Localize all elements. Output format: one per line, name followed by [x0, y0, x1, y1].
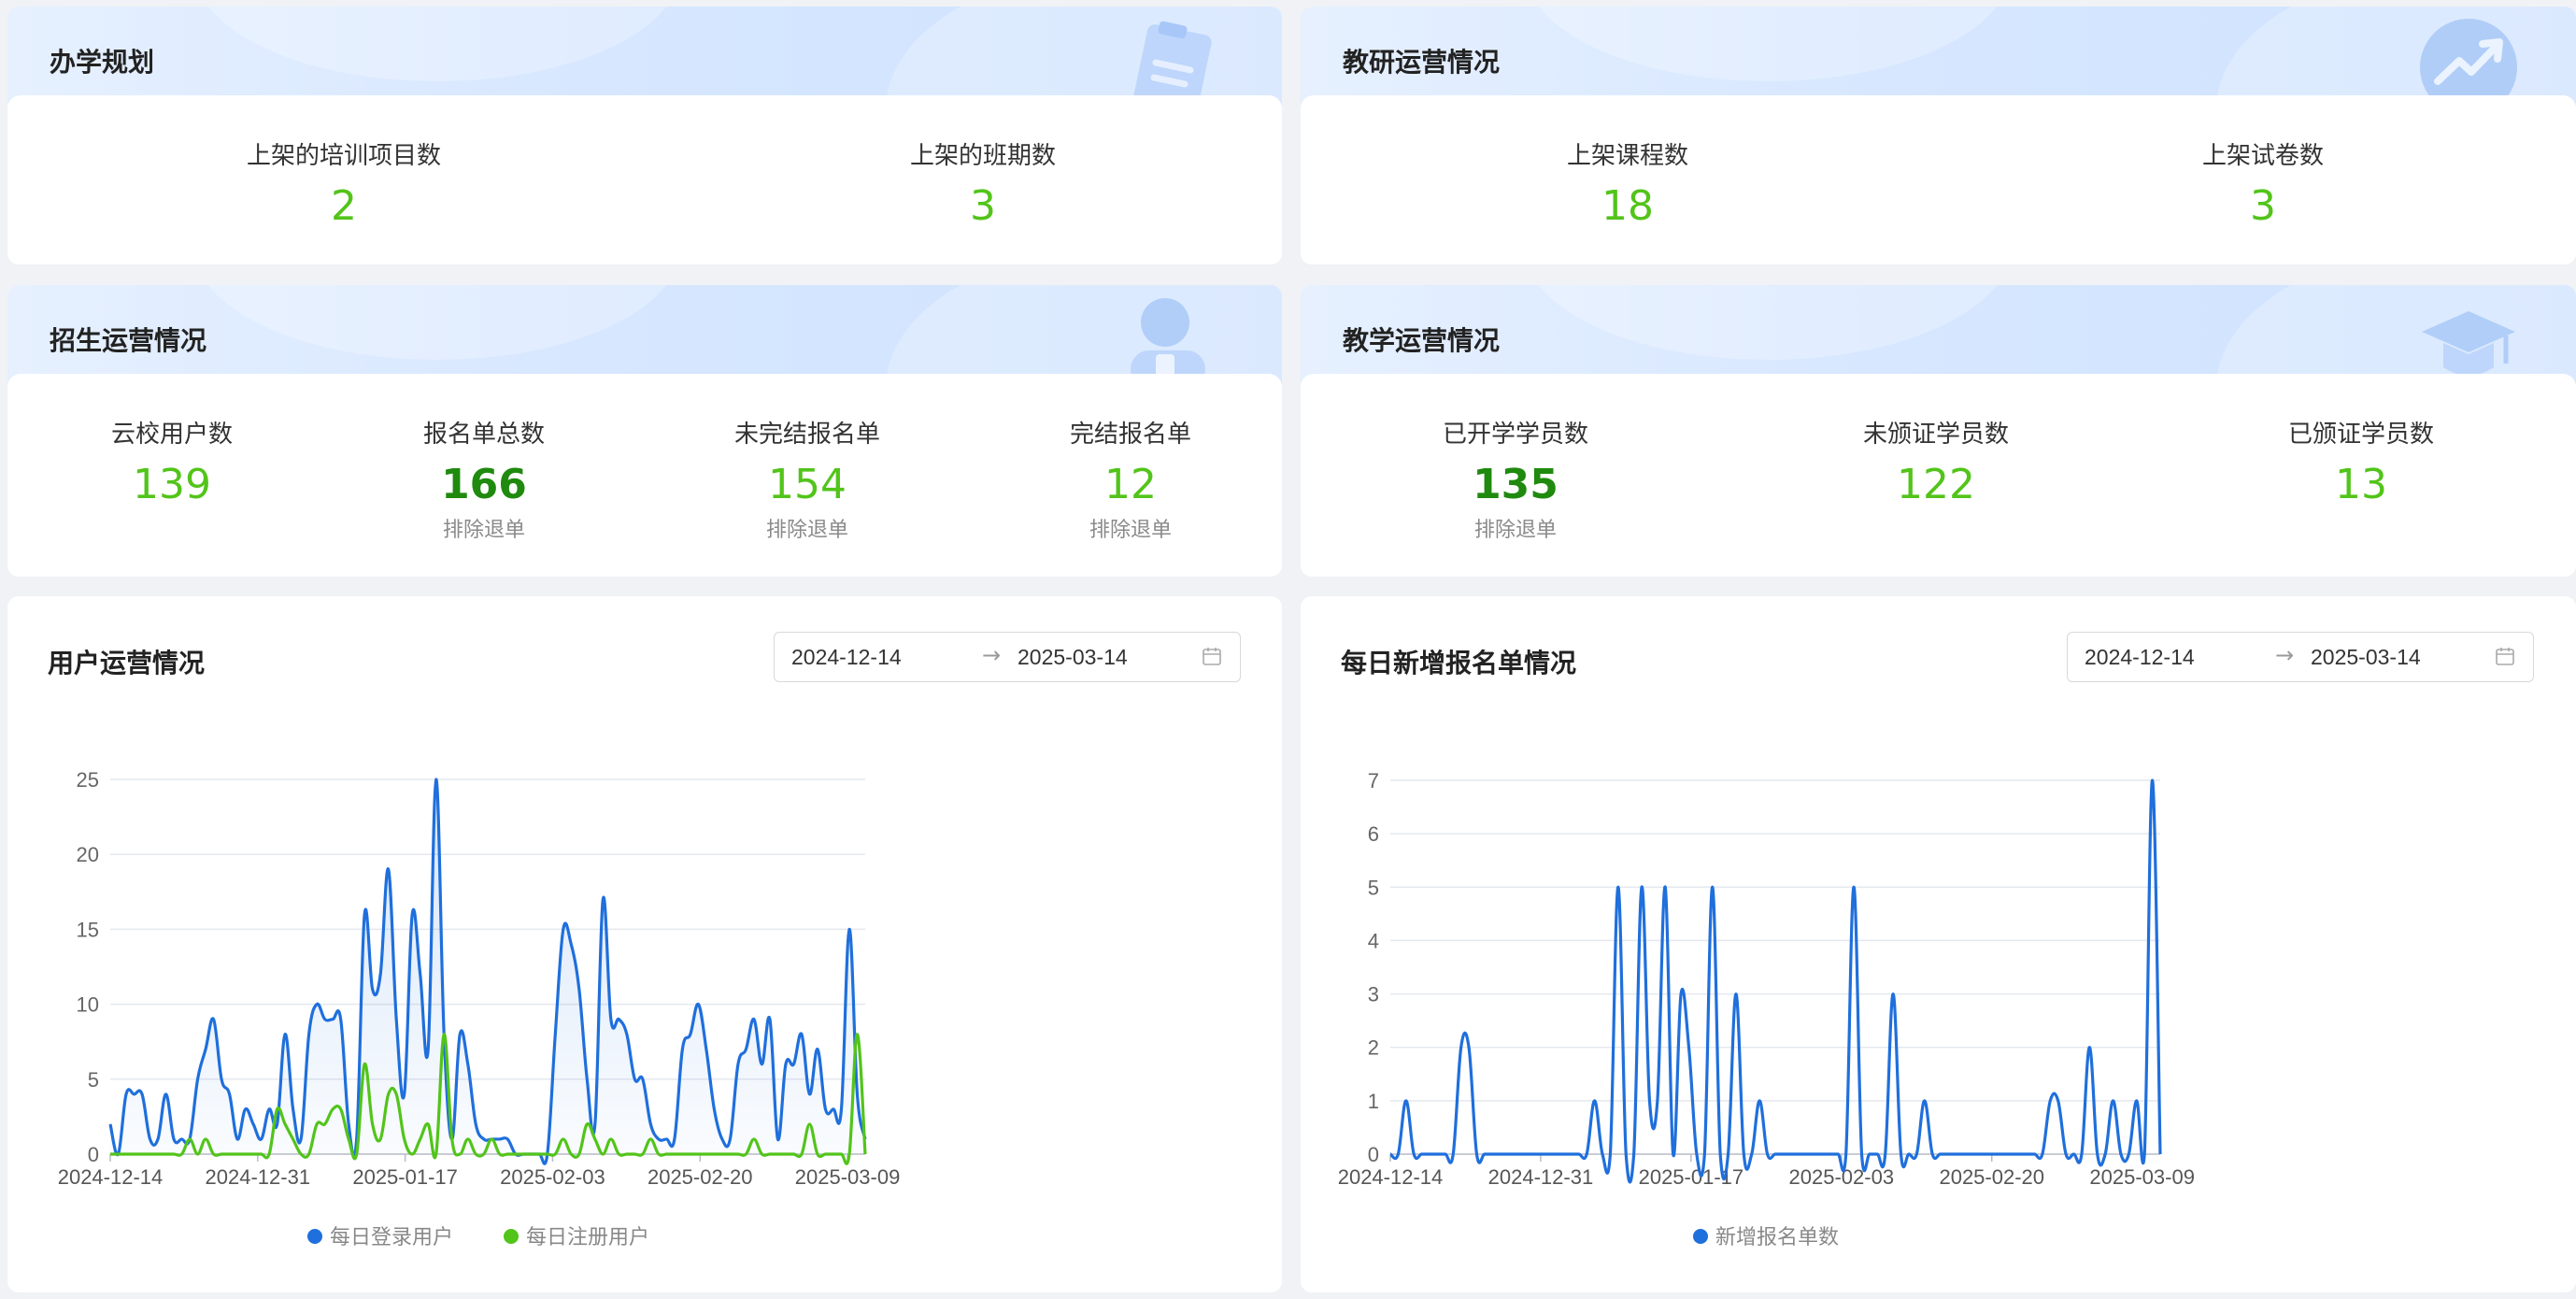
stat-class-periods: 上架的班期数 3	[852, 136, 1114, 229]
x-tick-label: 2024-12-14	[58, 1165, 164, 1189]
teaching-panel: 教学运营情况 已开学学员数 135 排除退单 未颁证学员数 122 已颁证学员数…	[1301, 285, 2576, 577]
stat-label: 未完结报名单	[733, 421, 880, 449]
stat-open-signups: 未完结报名单 154 排除退单	[676, 415, 938, 543]
planning-header: 办学规划	[7, 7, 1282, 250]
x-tick-label: 2025-02-20	[648, 1165, 753, 1189]
stat-label: 云校用户数	[110, 421, 233, 449]
signup-chart-panel: 每日新增报名单情况 2024-12-14 → 2025-03-14 012345…	[1301, 596, 2576, 1292]
stat-value: 3	[2250, 182, 2276, 230]
stat-enrolled-students: 已开学学员数 135 排除退单	[1375, 415, 1656, 543]
legend-marker	[504, 1229, 519, 1244]
research-title: 教研运营情况	[1343, 47, 1501, 78]
stat-label: 上架的培训项目数	[246, 142, 441, 170]
stat-value: 12	[1104, 461, 1157, 508]
enrollment-header: 招生运营情况	[7, 285, 1282, 528]
x-tick-label: 2025-01-17	[352, 1165, 458, 1189]
user-chart-panel: 用户运营情况 2024-12-14 → 2025-03-14 0 5 10 15 20 2…	[7, 596, 1282, 1292]
stat-label: 未颁证学员数	[1862, 421, 2009, 449]
x-tick-label: 2024-12-31	[1488, 1165, 1594, 1189]
stat-label: 上架的班期数	[909, 142, 1056, 170]
stat-total-signups: 报名单总数 166 排除退单	[353, 415, 615, 543]
enrollment-body: 云校用户数 139 报名单总数 166 排除退单 未完结报名单 154 排除退单…	[7, 374, 1282, 577]
x-tick-label: 2025-02-20	[1939, 1165, 2044, 1189]
research-header: 教研运营情况	[1301, 7, 2576, 250]
teaching-title: 教学运营情况	[1343, 325, 1501, 356]
stat-exam-papers: 上架试卷数 3	[2123, 136, 2403, 229]
user-activity-chart: 0 5 10 15 20 25 2024-12-14 2024-12-31 2025-01-17…	[58, 768, 901, 1249]
stat-value: 122	[1897, 461, 1975, 508]
research-body: 上架课程数 18 上架试卷数 3	[1301, 95, 2576, 264]
legend-label: 新增报名单数	[1715, 1225, 1839, 1249]
y-tick-label: 3	[1368, 983, 1379, 1006]
stat-value: 13	[2335, 461, 2387, 508]
y-tick-label: 10	[77, 993, 99, 1017]
y-tick-label: 5	[88, 1068, 99, 1092]
stat-label: 上架课程数	[1566, 142, 1688, 170]
stat-label: 报名单总数	[422, 421, 545, 449]
y-tick-label: 4	[1368, 929, 1379, 952]
y-tick-label: 25	[77, 768, 99, 792]
stat-note: 排除退单	[1089, 519, 1172, 543]
stat-value: 139	[133, 461, 211, 508]
legend-marker	[307, 1229, 322, 1244]
legend-label: 每日登录用户	[330, 1225, 453, 1249]
y-tick-label: 15	[77, 918, 99, 941]
stat-courses: 上架课程数 18	[1487, 136, 1768, 229]
teaching-header: 教学运营情况	[1301, 285, 2576, 528]
planning-panel: 办学规划 上架的培训项目数 2 上架的班期数 3	[7, 7, 1282, 264]
y-tick-label: 0	[1368, 1143, 1379, 1166]
stat-certified-students: 已颁证学员数 13	[2221, 415, 2501, 507]
stat-note: 排除退单	[1473, 519, 1557, 543]
stat-value: 166	[441, 461, 527, 508]
enrollment-title: 招生运营情况	[50, 325, 207, 356]
stat-value: 135	[1473, 461, 1558, 508]
stat-training-projects: 上架的培训项目数 2	[213, 136, 475, 229]
planning-body: 上架的培训项目数 2 上架的班期数 3	[7, 95, 1282, 264]
y-tick-label: 2	[1368, 1036, 1379, 1060]
legend-marker	[1693, 1229, 1708, 1244]
x-tick-label: 2025-02-03	[500, 1165, 605, 1189]
teaching-body: 已开学学员数 135 排除退单 未颁证学员数 122 已颁证学员数 13	[1301, 374, 2576, 577]
series-area	[110, 778, 865, 1164]
stat-closed-signups: 完结报名单 12 排除退单	[1000, 415, 1261, 543]
enrollment-panel: 招生运营情况 云校用户数 139 报名单总数 166 排除退单 未完结报名单 1…	[7, 285, 1282, 577]
stat-label: 完结报名单	[1069, 421, 1191, 449]
stat-note: 排除退单	[442, 519, 525, 543]
x-tick-label: 2024-12-14	[1338, 1165, 1444, 1189]
stat-uncertified-students: 未颁证学员数 122	[1796, 415, 2076, 507]
series-line	[1389, 778, 2162, 1184]
y-tick-label: 0	[88, 1143, 99, 1166]
y-tick-label: 5	[1368, 876, 1379, 899]
stat-label: 已开学学员数	[1442, 421, 1588, 449]
stat-label: 上架试卷数	[2201, 142, 2324, 170]
daily-signups-chart: 012345672024-12-14 2024-12-31 2025-01-17 20…	[1338, 769, 2195, 1249]
y-tick-label: 20	[77, 843, 99, 866]
stat-value: 2	[331, 182, 357, 230]
x-tick-label: 2025-03-09	[795, 1165, 901, 1189]
planning-title: 办学规划	[50, 47, 155, 78]
stat-cloud-users: 云校用户数 139	[41, 415, 303, 507]
stat-value: 154	[768, 461, 847, 508]
stat-value: 18	[1601, 182, 1654, 230]
y-tick-label: 1	[1368, 1090, 1379, 1113]
stat-note: 排除退单	[765, 519, 848, 543]
stat-label: 已颁证学员数	[2287, 421, 2434, 449]
legend-label: 每日注册用户	[526, 1225, 649, 1249]
stat-value: 3	[970, 182, 996, 230]
research-panel: 教研运营情况 上架课程数 18 上架试卷数 3	[1301, 7, 2576, 264]
y-tick-label: 6	[1368, 822, 1379, 846]
x-tick-label: 2025-03-09	[2089, 1165, 2195, 1189]
y-tick-label: 7	[1368, 769, 1379, 792]
x-tick-label: 2024-12-31	[206, 1165, 311, 1189]
